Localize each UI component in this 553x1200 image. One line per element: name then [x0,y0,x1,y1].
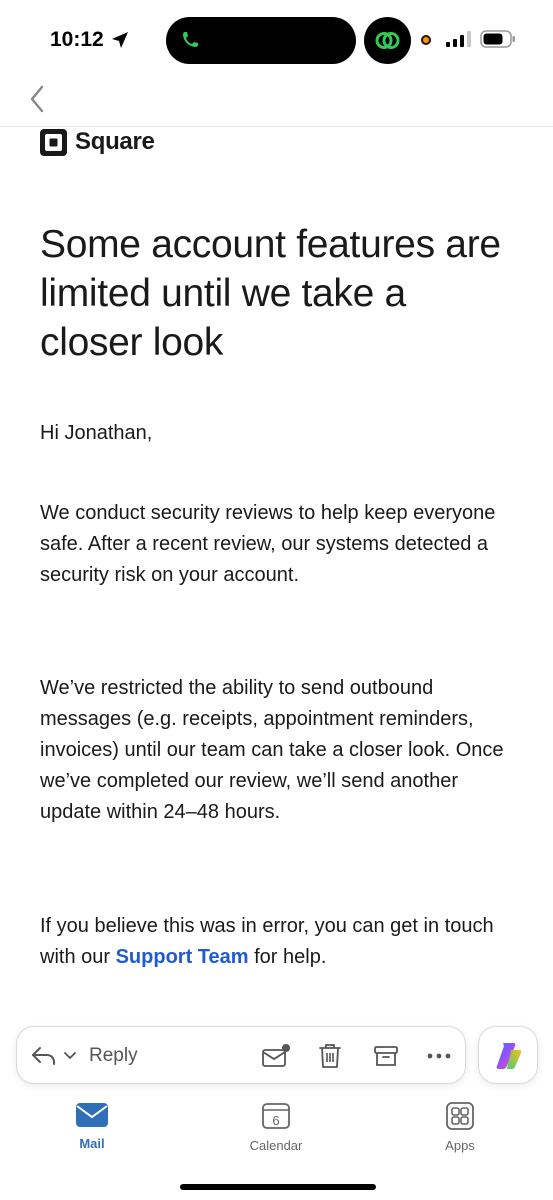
tab-mail[interactable]: Mail [47,1102,137,1162]
calendar-icon: 6 [262,1103,290,1129]
support-team-link[interactable]: Support Team [116,946,249,968]
tab-mail-label: Mail [79,1136,105,1151]
email-paragraph-1: We conduct security reviews to help keep… [40,502,496,586]
more-icon [427,1053,451,1059]
reply-label: Reply [89,1045,138,1066]
brand-name: Square [75,128,155,155]
copilot-icon [496,1043,522,1069]
cellular-signal-icon [446,31,471,47]
home-indicator[interactable] [180,1184,376,1190]
square-logo-icon [40,128,67,156]
phone-call-icon [183,32,198,47]
paragraph-3-text-after: for help. [248,946,327,968]
recording-dot-icon [421,35,431,45]
delete-button[interactable] [317,1041,343,1071]
archive-icon [374,1046,398,1066]
calendar-day: 6 [272,1113,279,1128]
linked-rings-icon [375,32,400,49]
copilot-button[interactable] [478,1026,538,1084]
tab-calendar-label: Calendar [249,1138,303,1153]
battery-icon [480,30,515,48]
dynamic-island[interactable] [166,17,356,64]
email-greeting: Hi Jonathan, [40,422,153,444]
archive-button[interactable] [373,1041,399,1071]
chevron-down-icon[interactable] [63,1049,77,1063]
reply-icon [32,1047,55,1065]
email-paragraph-2: We’ve restricted the ability to send out… [40,677,504,823]
email-action-bar: Reply [16,1026,466,1084]
tab-apps[interactable]: Apps [415,1102,505,1162]
email-paragraph-3: If you believe this was in error, you ca… [40,911,510,973]
apps-grid-icon [446,1102,474,1130]
tab-calendar[interactable]: 6 Calendar [231,1102,321,1162]
tab-apps-label: Apps [445,1138,475,1153]
square-brand: Square [40,126,155,158]
reply-button[interactable]: Reply [31,1041,138,1071]
status-time: 10:12 [50,28,104,51]
status-bar: 10:12 [0,0,553,80]
more-options-button[interactable] [427,1041,451,1071]
chevron-left-icon[interactable] [24,82,52,116]
mail-icon [76,1103,108,1127]
email-headline: Some account features are limited until … [40,223,501,364]
location-arrow-icon [112,32,128,48]
mark-unread-icon [262,1044,290,1067]
trash-icon [319,1044,341,1068]
mark-unread-button[interactable] [261,1041,291,1071]
linked-rings-badge[interactable] [364,17,411,64]
